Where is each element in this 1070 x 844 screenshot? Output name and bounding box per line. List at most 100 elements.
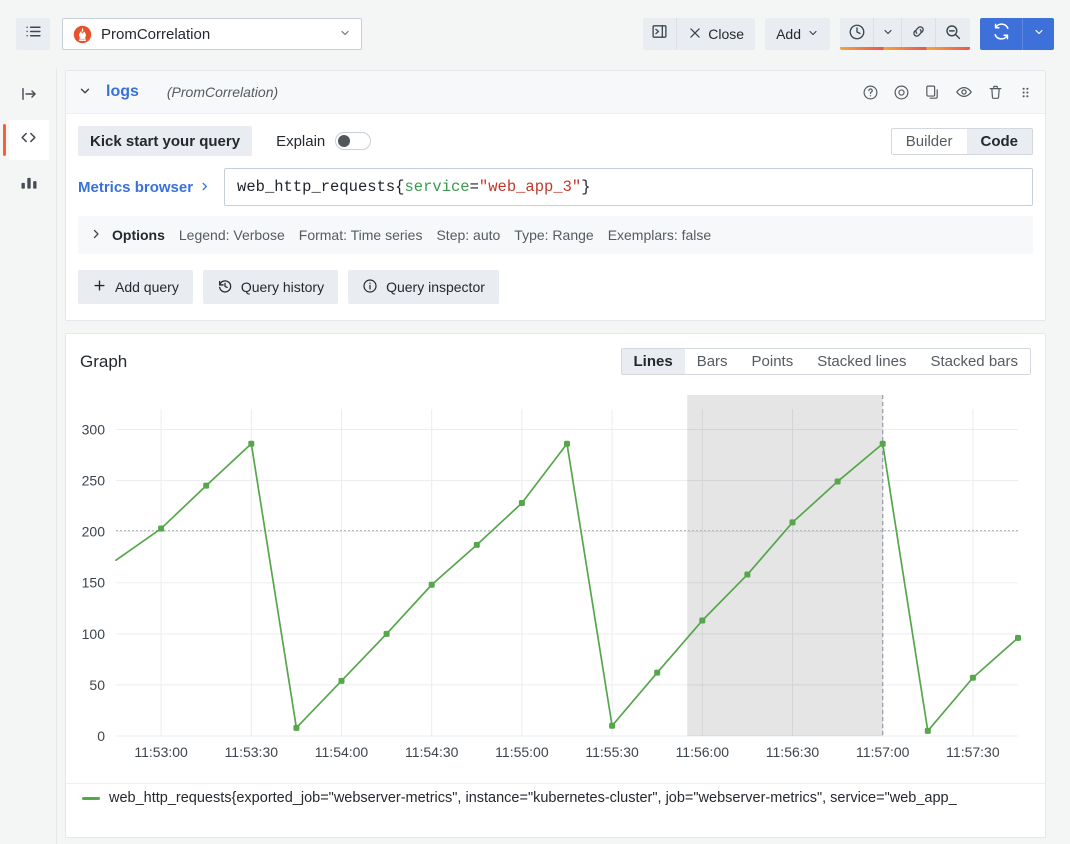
graph-header: Graph Lines Bars Points Stacked lines St… [66,334,1045,375]
svg-text:11:53:30: 11:53:30 [225,744,279,760]
split-pane-button[interactable] [643,18,678,50]
query-datasource-note: (PromCorrelation) [166,84,279,100]
sidebar-item-bar-chart[interactable] [9,164,49,204]
copy-icon[interactable] [924,84,941,101]
datasource-picker[interactable]: PromCorrelation [62,18,362,50]
collapse-query-caret-icon[interactable] [78,84,92,101]
expr-value: "web_app_3" [478,178,582,196]
refresh-group [980,18,1054,50]
viz-option-stacked-bars[interactable]: Stacked bars [918,349,1030,374]
trash-icon[interactable] [987,84,1004,101]
graph-plot-area[interactable]: 0 50 100 150 200 250 300 11:53:00 11:53:30 11:54… [66,391,1045,781]
help-icon[interactable] [862,84,879,101]
zoom-out-icon [944,23,962,46]
refresh-interval-dropdown[interactable] [1022,18,1054,50]
query-options-row[interactable]: Options Legend: Verbose Format: Time ser… [78,216,1033,254]
option-format: Format: Time series [298,227,423,243]
sidebar-item-code[interactable] [2,120,49,160]
query-row-header: logs (PromCorrelation) [66,71,1045,114]
svg-text:11:57:00: 11:57:00 [856,744,910,760]
svg-text:250: 250 [82,473,106,489]
explore-main: logs (PromCorrelation) Kick start your q… [57,68,1070,844]
visualization-type-toggle: Lines Bars Points Stacked lines Stacked … [620,348,1031,375]
query-history-label: Query history [240,279,325,295]
query-history-button[interactable]: Query history [202,270,339,304]
svg-text:11:54:00: 11:54:00 [315,744,369,760]
x-axis-labels: 11:53:00 11:53:30 11:54:00 11:54:30 11:55:00… [134,744,999,760]
graph-panel: Graph Lines Bars Points Stacked lines St… [65,333,1046,838]
time-controls-group [840,18,970,50]
query-inspector-button[interactable]: Query inspector [348,270,499,304]
add-button[interactable]: Add [765,18,830,50]
expand-pane-icon [20,85,38,108]
query-editor-body: Kick start your query Explain Builder Co… [66,114,1045,254]
svg-text:11:54:30: 11:54:30 [405,744,459,760]
prometheus-logo [73,25,92,44]
viz-option-lines[interactable]: Lines [621,349,685,374]
explain-toggle[interactable] [335,132,372,150]
chevron-right-icon [199,179,210,196]
explain-label: Explain [276,132,326,150]
target-icon[interactable] [893,84,910,101]
query-action-buttons: Add query Query history Query inspector [66,254,1045,320]
option-exemplars: Exemplars: false [607,227,712,243]
code-icon [19,128,38,152]
viz-option-stacked-lines[interactable]: Stacked lines [805,349,918,374]
legend-series-label[interactable]: web_http_requests{exported_job="webserve… [109,790,1045,806]
svg-text:100: 100 [82,626,106,642]
query-row-actions [862,83,1033,101]
clock-icon [848,23,866,46]
option-type: Type: Range [514,227,594,243]
link-icon [910,23,927,45]
viz-option-points[interactable]: Points [740,349,806,374]
svg-text:11:56:00: 11:56:00 [676,744,730,760]
info-circle-icon [362,278,378,297]
run-query-button[interactable] [980,18,1022,50]
kick-start-query-button[interactable]: Kick start your query [78,126,253,156]
drag-handle-icon[interactable] [1018,84,1033,101]
query-inspector-label: Query inspector [386,279,485,295]
zoom-out-button[interactable] [936,18,970,50]
close-pane-label: Close [708,26,745,42]
shared-crosshair-button[interactable] [902,18,936,50]
query-ref-id[interactable]: logs [106,83,139,101]
options-label[interactable]: Options [112,227,165,243]
viz-option-bars[interactable]: Bars [685,349,740,374]
explore-left-rail [0,68,57,844]
sidebar-item-expand-pane[interactable] [9,76,49,116]
svg-text:11:55:00: 11:55:00 [495,744,549,760]
time-range-dropdown-button[interactable] [874,18,902,50]
mode-builder-option[interactable]: Builder [891,128,967,154]
timeseries-svg[interactable]: 0 50 100 150 200 250 300 11:53:00 11:53:30 11:54… [66,391,1026,766]
svg-text:11:56:30: 11:56:30 [766,744,820,760]
expr-metric: web_http_requests{ [237,178,405,196]
top-toolbar: PromCorrelation Close Add [0,0,1070,68]
split-close-group: Close [643,18,756,50]
options-caret-icon[interactable] [90,228,102,243]
option-legend: Legend: Verbose [178,227,285,243]
grafana-explore-app: PromCorrelation Close Add logs (PromCorr… [0,0,1070,844]
datasource-name: PromCorrelation [101,25,211,43]
chevron-down-icon [882,25,894,43]
query-editor-top-row: Kick start your query Explain Builder Co… [78,126,1033,156]
menu-toggle-button[interactable] [16,18,50,50]
eye-icon[interactable] [955,83,973,101]
bar-chart-icon [19,172,39,197]
metrics-browser-button[interactable]: Metrics browser [78,168,224,206]
time-selection-region [687,395,884,736]
add-query-label: Add query [115,279,179,295]
legend-color-swatch [82,796,100,800]
chevron-down-icon [807,26,819,42]
chevron-down-icon [339,27,351,42]
svg-text:200: 200 [82,524,106,540]
close-pane-button[interactable]: Close [677,18,756,50]
builder-code-toggle: Builder Code [890,127,1033,155]
svg-text:0: 0 [97,728,105,744]
time-range-picker-button[interactable] [840,18,874,50]
query-editor-panel: logs (PromCorrelation) Kick start your q… [65,70,1046,321]
refresh-icon [992,22,1011,46]
add-button-label: Add [776,26,801,42]
mode-code-option[interactable]: Code [966,128,1032,154]
promql-expression-input[interactable]: web_http_requests{service="web_app_3"} [224,168,1033,206]
add-query-button[interactable]: Add query [78,270,193,304]
